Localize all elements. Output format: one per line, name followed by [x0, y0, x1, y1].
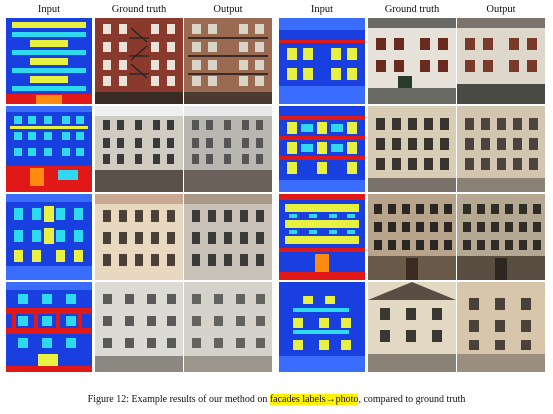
output-photo: [457, 106, 545, 192]
label-map-image: [279, 106, 365, 192]
left-header-output: Output: [213, 4, 243, 15]
label-map-image: [6, 194, 92, 280]
output-photo: [184, 194, 272, 280]
caption-prefix: Figure 12: Example results of our method…: [87, 394, 270, 405]
ground-truth-photo: [368, 18, 456, 104]
right-header-input: Input: [310, 4, 334, 15]
left-header-input: Input: [37, 4, 61, 15]
right-header-output: Output: [486, 4, 516, 15]
label-map-image: [6, 282, 92, 372]
left-header-ground-truth: Ground truth: [111, 4, 167, 15]
label-map-image: [279, 194, 365, 280]
ground-truth-photo: [95, 18, 183, 104]
ground-truth-photo: [368, 106, 456, 192]
label-map-image: [6, 106, 92, 192]
label-map-image: [279, 18, 365, 104]
output-photo: [184, 282, 272, 372]
figure-caption: Figure 12: Example results of our method…: [0, 393, 553, 406]
ground-truth-photo: [95, 194, 183, 280]
output-photo: [457, 194, 545, 280]
output-photo: [184, 106, 272, 192]
label-map-image: [279, 282, 365, 372]
right-header-ground-truth: Ground truth: [384, 4, 440, 15]
output-photo: [457, 18, 545, 104]
ground-truth-photo: [368, 282, 456, 372]
ground-truth-photo: [368, 194, 456, 280]
output-photo: [457, 282, 545, 372]
output-photo: [184, 18, 272, 104]
caption-suffix: , compared to ground truth: [358, 394, 466, 405]
ground-truth-photo: [95, 106, 183, 192]
caption-highlight: facades labels→photo: [269, 394, 359, 405]
ground-truth-photo: [95, 282, 183, 372]
label-map-image: [6, 18, 92, 104]
